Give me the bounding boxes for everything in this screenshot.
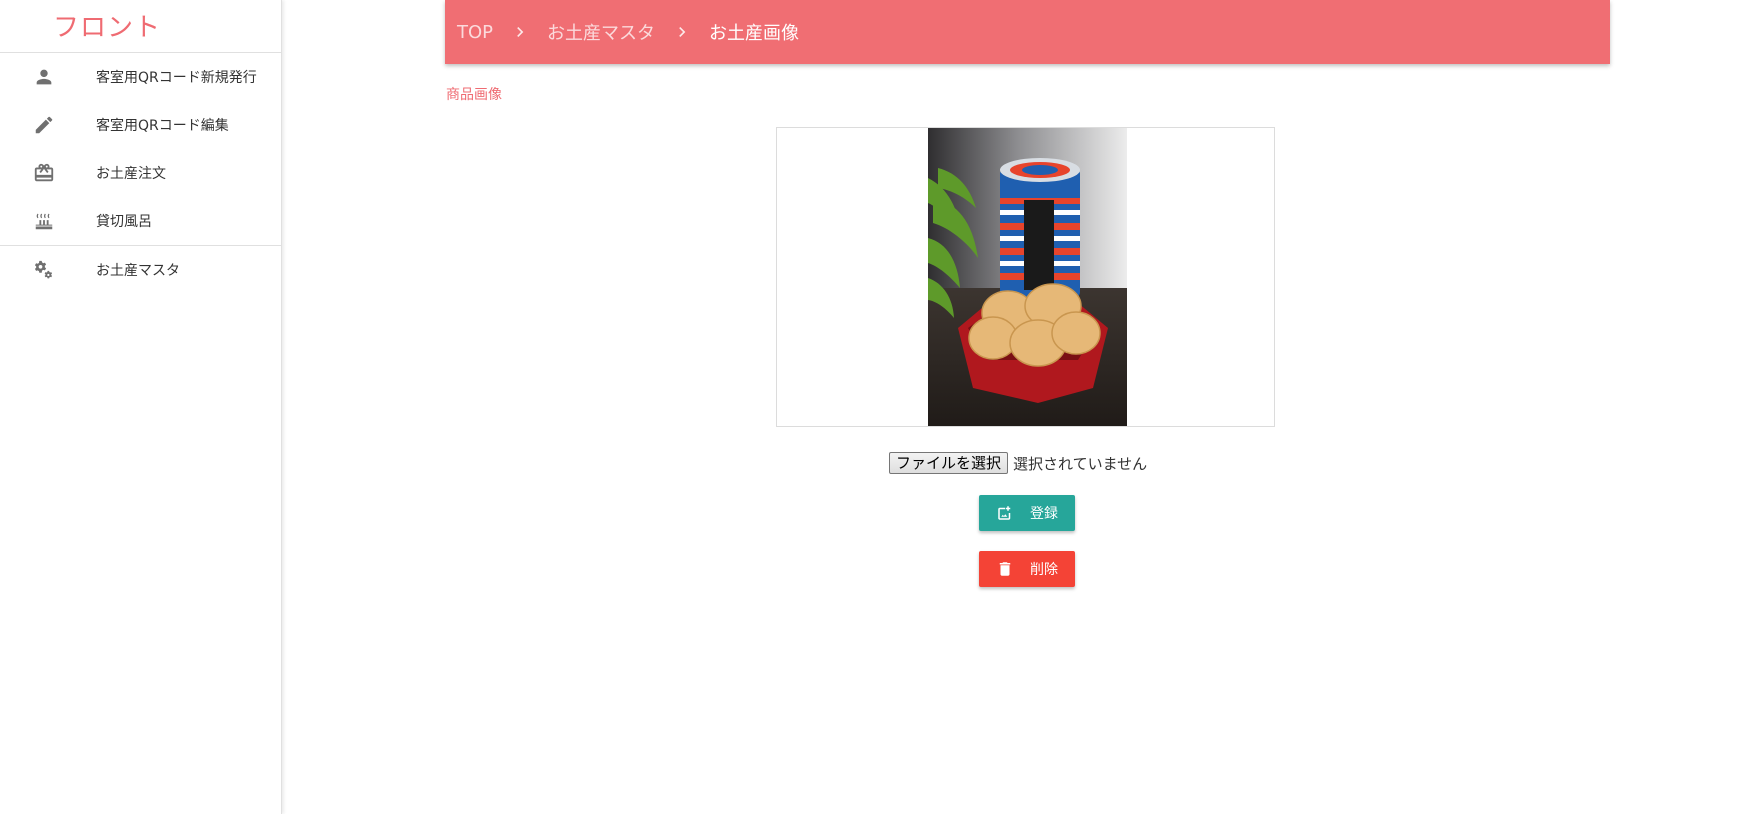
trash-icon bbox=[999, 562, 1011, 576]
add-photo-icon bbox=[998, 506, 1011, 520]
breadcrumb: TOP お土産マスタ お土産画像 bbox=[445, 0, 1610, 64]
sidebar-item-label: お土産注文 bbox=[96, 166, 166, 182]
sidebar-item-souvenir-master[interactable]: お土産マスタ bbox=[0, 246, 281, 294]
main-content: TOP お土産マスタ お土産画像 商品画像 ファイルを選択 選択されていません … bbox=[282, 0, 1753, 814]
sidebar-item-qr-new[interactable]: 客室用QRコード新規発行 bbox=[0, 53, 281, 101]
file-chooser: ファイルを選択 選択されていません bbox=[889, 452, 1147, 474]
person-icon bbox=[32, 65, 56, 89]
sidebar-item-label: お土産マスタ bbox=[96, 263, 180, 279]
pencil-icon bbox=[32, 113, 56, 137]
nav-group-front: 客室用QRコード新規発行 客室用QRコード編集 お土産注文 貸切風呂 bbox=[0, 53, 281, 246]
product-image bbox=[928, 128, 1127, 426]
breadcrumb-top[interactable]: TOP bbox=[457, 22, 493, 43]
sidebar-item-souvenir-order[interactable]: お土産注文 bbox=[0, 149, 281, 197]
section-label-product-image: 商品画像 bbox=[446, 87, 502, 103]
sidebar: フロント 客室用QRコード新規発行 客室用QRコード編集 お土産注文 貸切風呂 bbox=[0, 0, 282, 814]
register-button-label: 登録 bbox=[1030, 506, 1058, 522]
delete-button[interactable]: 削除 bbox=[979, 551, 1075, 587]
sidebar-item-label: 貸切風呂 bbox=[96, 214, 152, 230]
gift-card-icon bbox=[32, 161, 56, 185]
product-photo-illustration bbox=[928, 128, 1127, 426]
chevron-right-icon bbox=[505, 20, 535, 44]
file-status-text: 選択されていません bbox=[1013, 454, 1148, 473]
register-button[interactable]: 登録 bbox=[979, 495, 1075, 531]
sidebar-item-label: 客室用QRコード新規発行 bbox=[96, 70, 257, 86]
brand-title: フロント bbox=[0, 0, 281, 53]
choose-file-button[interactable]: ファイルを選択 bbox=[889, 452, 1009, 474]
product-image-frame bbox=[776, 127, 1275, 427]
gears-icon bbox=[32, 258, 56, 282]
breadcrumb-souvenir-master[interactable]: お土産マスタ bbox=[547, 19, 655, 45]
delete-button-label: 削除 bbox=[1030, 562, 1058, 578]
breadcrumb-current-page: お土産画像 bbox=[709, 23, 800, 44]
chevron-right-icon bbox=[667, 20, 697, 44]
sidebar-item-qr-edit[interactable]: 客室用QRコード編集 bbox=[0, 101, 281, 149]
sidebar-item-private-bath[interactable]: 貸切風呂 bbox=[0, 197, 281, 245]
sidebar-item-label: 客室用QRコード編集 bbox=[96, 118, 229, 134]
hot-bath-icon bbox=[32, 209, 56, 233]
